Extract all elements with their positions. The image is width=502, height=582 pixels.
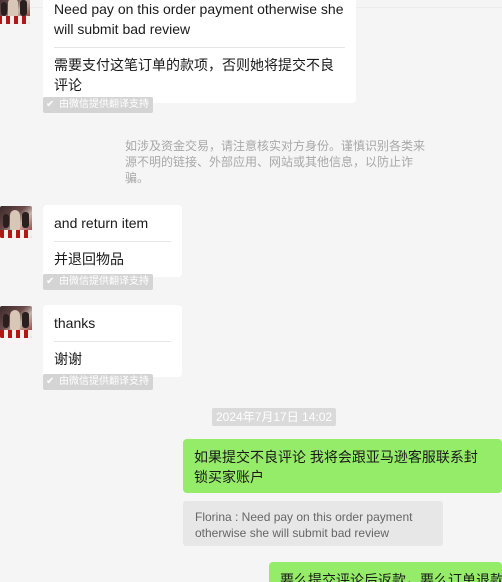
outgoing-message-text: 要么提交评论后返款，要么订单退款 bbox=[280, 572, 502, 582]
translation-credit-tag: ✔ 由微信提供翻译支持 bbox=[43, 274, 153, 290]
message-translation-text: 谢谢 bbox=[54, 351, 82, 367]
translation-credit-tag: ✔ 由微信提供翻译支持 bbox=[43, 97, 153, 113]
outgoing-message-bubble[interactable]: 如果提交不良评论 我将会跟亚马逊客服联系封锁买家账户 bbox=[183, 439, 502, 493]
message-translation-text: 并退回物品 bbox=[54, 251, 124, 267]
message-original-text: Need pay on this order payment otherwise… bbox=[54, 1, 344, 37]
check-icon: ✔ bbox=[46, 99, 55, 110]
check-icon: ✔ bbox=[46, 376, 55, 387]
message-bubble[interactable]: and return item 并退回物品 bbox=[43, 205, 182, 277]
quoted-message-text: Florina : Need pay on this order payment… bbox=[195, 510, 413, 540]
system-notice: 如涉及资金交易，请注意核实对方身份。谨慎识别各类来源不明的链接、外部应用、网站或… bbox=[125, 139, 426, 185]
translation-credit-label: 由微信提供翻译支持 bbox=[59, 276, 149, 287]
outgoing-message-text: 如果提交不良评论 我将会跟亚马逊客服联系封锁买家账户 bbox=[194, 449, 478, 485]
check-icon: ✔ bbox=[46, 276, 55, 287]
message-original-text: thanks bbox=[54, 315, 96, 331]
translation-credit-tag: ✔ 由微信提供翻译支持 bbox=[43, 374, 153, 390]
message-bubble[interactable]: Need pay on this order payment otherwise… bbox=[43, 0, 356, 103]
translation-credit-label: 由微信提供翻译支持 bbox=[59, 99, 149, 110]
message-timestamp: 2024年7月17日 14:02 bbox=[212, 408, 337, 426]
quoted-message[interactable]: Florina : Need pay on this order payment… bbox=[183, 501, 443, 546]
outgoing-message-bubble[interactable]: 要么提交评论后返款，要么订单退款 bbox=[269, 562, 502, 582]
contact-avatar[interactable] bbox=[0, 306, 32, 338]
translation-credit-label: 由微信提供翻译支持 bbox=[59, 376, 149, 387]
message-bubble[interactable]: thanks 谢谢 bbox=[43, 305, 182, 377]
contact-avatar[interactable] bbox=[0, 0, 30, 24]
message-original-text: and return item bbox=[54, 215, 149, 231]
message-translation-text: 需要支付这笔订单的款项，否则她将提交不良评论 bbox=[54, 57, 334, 93]
contact-avatar[interactable] bbox=[0, 206, 32, 238]
